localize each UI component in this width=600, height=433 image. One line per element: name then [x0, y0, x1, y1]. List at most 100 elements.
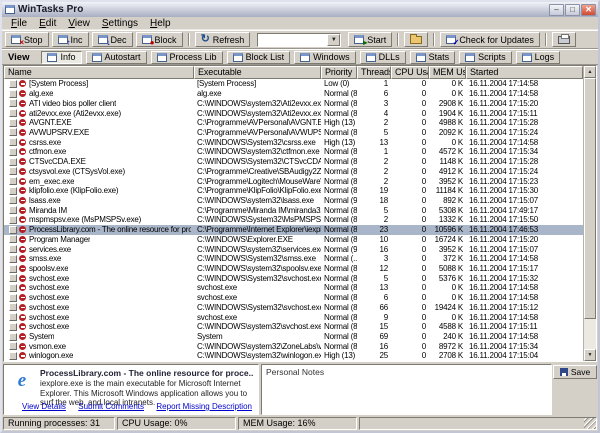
- maximize-button[interactable]: [565, 4, 580, 16]
- resize-grip[interactable]: [584, 417, 596, 429]
- process-row[interactable]: services.exeC:\WINDOWS\system32\services…: [4, 244, 583, 254]
- tab-logs[interactable]: Logs: [516, 51, 561, 64]
- priority-graph-button[interactable]: [9, 294, 17, 302]
- process-row[interactable]: smss.exeC:\WINDOWS\System32\smss.exeNorm…: [4, 254, 583, 264]
- scrollbar-thumb[interactable]: [584, 78, 596, 319]
- process-row[interactable]: ProcessLibrary.com - The online resource…: [4, 225, 583, 235]
- process-row[interactable]: csrss.exeC:\WINDOWS\System32\csrss.exeHi…: [4, 137, 583, 147]
- block-status-icon[interactable]: [19, 236, 26, 243]
- priority-graph-button[interactable]: [9, 80, 17, 88]
- priority-graph-button[interactable]: [9, 352, 17, 360]
- process-row[interactable]: SystemSystemNormal (8)690240 K16.11.2004…: [4, 332, 583, 342]
- process-row[interactable]: ctfmon.exeC:\WINDOWS\system32\ctfmon.exe…: [4, 147, 583, 157]
- block-button[interactable]: ●Block: [136, 32, 183, 47]
- tab-stats[interactable]: Stats: [410, 51, 456, 64]
- process-row[interactable]: svchost.exesvchost.exeNormal (8)600 K16.…: [4, 293, 583, 303]
- column-header-cpu-usage[interactable]: CPU Usage: [391, 66, 429, 79]
- block-status-icon[interactable]: [19, 168, 26, 175]
- priority-graph-button[interactable]: [9, 138, 17, 146]
- scrollbar[interactable]: [583, 66, 596, 361]
- block-status-icon[interactable]: [19, 246, 26, 253]
- block-status-icon[interactable]: [19, 314, 26, 321]
- priority-graph-button[interactable]: [9, 99, 17, 107]
- process-row[interactable]: ATI video bios poller clientC:\WINDOWS\s…: [4, 98, 583, 108]
- column-header-threads[interactable]: Threads: [357, 66, 391, 79]
- menu-edit[interactable]: Edit: [33, 18, 62, 29]
- priority-graph-button[interactable]: [9, 333, 17, 341]
- block-status-icon[interactable]: [19, 275, 26, 282]
- tab-autostart[interactable]: Autostart: [86, 51, 147, 64]
- process-row[interactable]: vsmon.exeC:\WINDOWS\system32\ZoneLabs\vs…: [4, 341, 583, 351]
- process-row[interactable]: em_exec.exeC:\Programme\Logitech\MouseWa…: [4, 176, 583, 186]
- process-row[interactable]: ati2evxx.exe (Ati2evxx.exe)C:\WINDOWS\sy…: [4, 108, 583, 118]
- combobox-dropdown-icon[interactable]: ▼: [327, 34, 340, 46]
- tab-windows[interactable]: Windows: [294, 51, 356, 64]
- block-status-icon[interactable]: [19, 255, 26, 262]
- process-row[interactable]: spoolsv.exeC:\WINDOWS\system32\spoolsv.e…: [4, 264, 583, 274]
- process-row[interactable]: ctsysvol.exe (CTSysVol.exe)C:\Programme\…: [4, 166, 583, 176]
- priority-graph-button[interactable]: [9, 313, 17, 321]
- process-row[interactable]: lsass.exeC:\WINDOWS\system32\lsass.exeNo…: [4, 196, 583, 206]
- priority-graph-button[interactable]: [9, 187, 17, 195]
- process-row[interactable]: winlogon.exeC:\WINDOWS\system32\winlogon…: [4, 351, 583, 361]
- menu-help[interactable]: Help: [144, 18, 177, 29]
- block-status-icon[interactable]: [19, 90, 26, 97]
- stop-button[interactable]: ×Stop: [5, 32, 49, 47]
- scrollbar-track[interactable]: [584, 78, 596, 349]
- menu-file[interactable]: File: [5, 18, 33, 29]
- start-button[interactable]: ▸Start: [348, 32, 392, 47]
- tab-dlls[interactable]: DLLs: [360, 51, 406, 64]
- block-status-icon[interactable]: [19, 343, 26, 350]
- process-row[interactable]: CTSvcCDA.EXEC:\WINDOWS\System32\CTSvcCDA…: [4, 157, 583, 167]
- priority-graph-button[interactable]: [9, 274, 17, 282]
- block-status-icon[interactable]: [19, 323, 26, 330]
- process-row[interactable]: AVGNT.EXEC:\Programme\AVPersonal\AVGNT.E…: [4, 118, 583, 128]
- process-row[interactable]: svchost.exesvchost.exeNormal (8)1300 K16…: [4, 283, 583, 293]
- priority-graph-button[interactable]: [9, 303, 17, 311]
- priority-graph-button[interactable]: [9, 216, 17, 224]
- block-status-icon[interactable]: [19, 139, 26, 146]
- block-status-icon[interactable]: [19, 226, 26, 233]
- printer-button[interactable]: [552, 32, 576, 47]
- scroll-up-button[interactable]: [584, 66, 596, 78]
- block-status-icon[interactable]: [19, 294, 26, 301]
- minimize-button[interactable]: [549, 4, 564, 16]
- link-submit-comments[interactable]: Submit Comments: [78, 402, 144, 411]
- priority-graph-button[interactable]: [9, 177, 17, 185]
- block-status-icon[interactable]: [19, 216, 26, 223]
- process-row[interactable]: alg.exealg.exeNormal (8)600 K16.11.2004 …: [4, 89, 583, 99]
- block-status-icon[interactable]: [19, 265, 26, 272]
- process-row[interactable]: klipfolio.exe (KlipFolio.exe)C:\Programm…: [4, 186, 583, 196]
- tab-scripts[interactable]: Scripts: [459, 51, 512, 64]
- process-row[interactable]: svchost.exesvchost.exeNormal (8)900 K16.…: [4, 312, 583, 322]
- process-row[interactable]: [System Process][System Process]Low (0)1…: [4, 79, 583, 89]
- link-report-missing-description[interactable]: Report Missing Description: [156, 402, 252, 411]
- column-header-executable[interactable]: Executable: [194, 66, 321, 79]
- menu-settings[interactable]: Settings: [96, 18, 144, 29]
- block-status-icon[interactable]: [19, 129, 26, 136]
- block-status-icon[interactable]: [19, 158, 26, 165]
- block-status-icon[interactable]: [19, 100, 26, 107]
- close-button[interactable]: [581, 4, 596, 16]
- personal-notes-area[interactable]: Personal Notes: [261, 364, 552, 415]
- priority-graph-button[interactable]: [9, 128, 17, 136]
- priority-graph-button[interactable]: [9, 323, 17, 331]
- block-status-icon[interactable]: [19, 80, 26, 87]
- priority-graph-button[interactable]: [9, 90, 17, 98]
- priority-graph-button[interactable]: [9, 342, 17, 350]
- block-status-icon[interactable]: [19, 119, 26, 126]
- column-header-name[interactable]: Name: [4, 66, 194, 79]
- dec-button[interactable]: ↓Dec: [92, 32, 133, 47]
- block-status-icon[interactable]: [19, 110, 26, 117]
- priority-graph-button[interactable]: [9, 196, 17, 204]
- column-header-mem-usage[interactable]: MEM Usage: [429, 66, 466, 79]
- refresh-button[interactable]: ↻Refresh: [195, 32, 251, 47]
- priority-graph-button[interactable]: [9, 255, 17, 263]
- block-status-icon[interactable]: [19, 148, 26, 155]
- priority-graph-button[interactable]: [9, 119, 17, 127]
- tab-process-lib[interactable]: Process Lib: [151, 51, 223, 64]
- priority-graph-button[interactable]: [9, 148, 17, 156]
- block-status-icon[interactable]: [19, 284, 26, 291]
- block-status-icon[interactable]: [19, 178, 26, 185]
- priority-graph-button[interactable]: [9, 158, 17, 166]
